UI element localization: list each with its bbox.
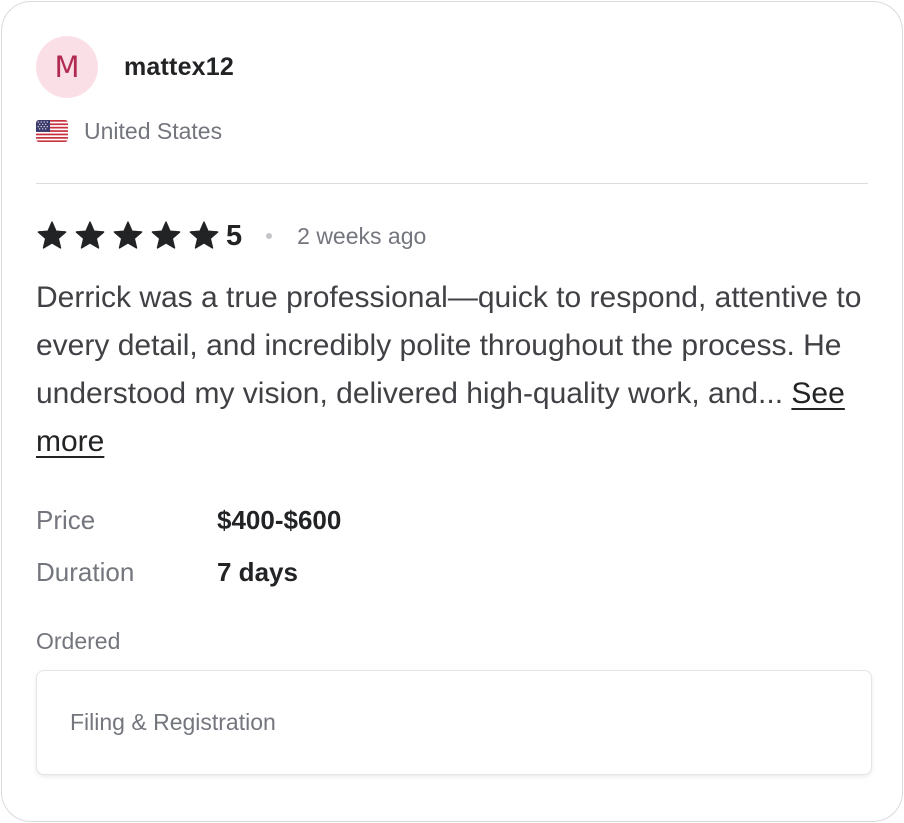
duration-label: Duration [36,556,135,587]
review-text: Derrick was a true professional—quick to… [36,274,872,466]
order-details: Price $400-$600 Duration 7 days [36,500,341,604]
star-icon [37,221,67,249]
price-label: Price [36,504,96,535]
separator-dot [266,233,273,239]
star-icon [151,221,181,249]
review-card: M mattex12 United States 5 2 weeks ago D… [1,1,903,822]
rating-value: 5 [226,219,243,252]
reviewer-header: M mattex12 [36,36,234,98]
star-icon [113,221,143,249]
review-time: 2 weeks ago [297,222,427,249]
ordered-item-card[interactable]: Filing & Registration [36,670,872,775]
divider [36,183,868,184]
review-body: Derrick was a true professional—quick to… [36,281,862,410]
duration-value: 7 days [217,556,298,587]
duration-row: Duration 7 days [36,552,341,592]
star-icon [75,221,105,249]
star-rating [36,220,226,252]
price-value: $400-$600 [217,504,342,535]
country-name: United States [84,117,223,144]
rating-row: 5 2 weeks ago [36,216,426,256]
ordered-label: Ordered [36,628,121,654]
us-flag-icon [36,120,68,142]
reviewer-username[interactable]: mattex12 [124,53,234,82]
star-icon [189,221,219,249]
ordered-item-title: Filing & Registration [70,709,276,735]
reviewer-country: United States [36,116,222,146]
avatar: M [36,36,98,98]
price-row: Price $400-$600 [36,500,341,540]
